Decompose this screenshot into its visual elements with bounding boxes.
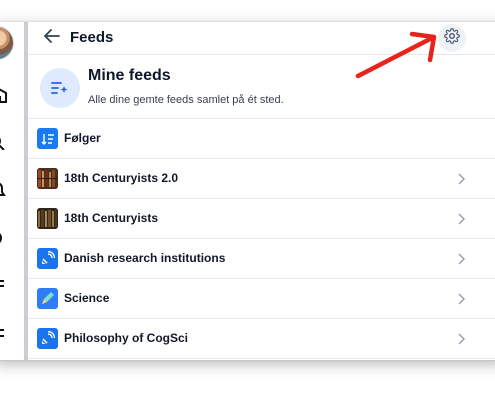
- top-bar: Feeds: [28, 22, 495, 55]
- satellite-dish-icon: [37, 328, 58, 349]
- feed-item-danish-research[interactable]: Danish research institutions: [28, 239, 495, 279]
- feed-item-18th-centuryists[interactable]: 18th Centuryists: [28, 199, 495, 239]
- following-sort-icon: [37, 128, 58, 149]
- feed-item-following[interactable]: Følger: [28, 119, 495, 159]
- feed-label: Philosophy of CogSci: [64, 331, 189, 345]
- feed-label: Danish research institutions: [64, 251, 226, 265]
- feed-item-18th-centuryists-2[interactable]: 18th Centuryists 2.0: [28, 159, 495, 199]
- pencil-science-icon: [37, 288, 58, 309]
- feed-label: Følger: [64, 131, 101, 145]
- feeds-list: Følger 18th Centuryists 2.0 18th Century…: [28, 119, 495, 359]
- feed-item-philosophy-cogsci[interactable]: Philosophy of CogSci: [28, 319, 495, 359]
- feed-item-science[interactable]: Science: [28, 279, 495, 319]
- back-button[interactable]: [41, 27, 63, 49]
- feeds-panel: Feeds Mine feeds Alle dine gemte feeds s…: [28, 22, 495, 360]
- my-feeds-title: Mine feeds: [88, 67, 171, 84]
- chevron-right-icon: [456, 252, 466, 265]
- avatar[interactable]: [0, 26, 14, 60]
- notifications-icon[interactable]: [0, 182, 8, 198]
- arrow-left-icon: [44, 28, 60, 48]
- books-thumbnail: [37, 208, 58, 229]
- satellite-dish-icon: [37, 248, 58, 269]
- chat-icon[interactable]: [0, 230, 8, 246]
- page-title: Feeds: [70, 29, 114, 46]
- feeds-icon[interactable]: [0, 277, 8, 293]
- chevron-right-icon: [456, 292, 466, 305]
- chevron-right-icon: [456, 212, 466, 225]
- feed-label: Science: [64, 291, 110, 305]
- chevron-right-icon: [456, 172, 466, 185]
- my-feeds-description: Alle dine gemte feeds samlet på ét sted.: [88, 94, 284, 106]
- app-window: Feeds Mine feeds Alle dine gemte feeds s…: [0, 22, 495, 360]
- chevron-right-icon: [456, 332, 466, 345]
- lists-icon[interactable]: [0, 325, 8, 341]
- left-nav-rail: [0, 22, 24, 360]
- feeds-sparkle-icon: [40, 68, 80, 108]
- feed-label: 18th Centuryists: [64, 211, 159, 225]
- settings-button[interactable]: [438, 24, 466, 52]
- my-feeds-header: Mine feeds Alle dine gemte feeds samlet …: [28, 55, 495, 119]
- feed-label: 18th Centuryists 2.0: [64, 171, 179, 185]
- gear-icon: [444, 27, 460, 49]
- search-icon[interactable]: [0, 134, 8, 150]
- books-thumbnail: [37, 168, 58, 189]
- home-icon[interactable]: [0, 87, 8, 103]
